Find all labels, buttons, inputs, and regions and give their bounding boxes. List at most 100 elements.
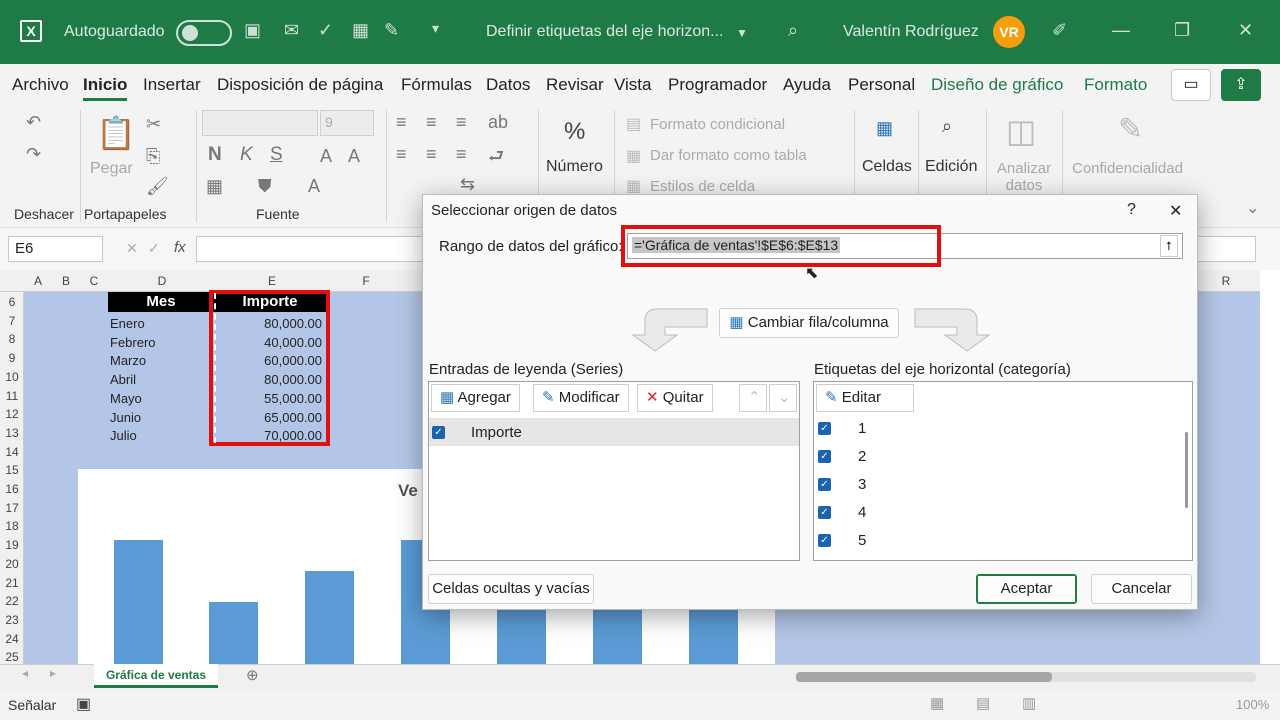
chart-bar[interactable] (305, 571, 354, 664)
name-box[interactable]: E6 (8, 236, 103, 262)
avatar[interactable]: VR (993, 16, 1025, 48)
customize-qat-icon[interactable]: ▾ (432, 20, 439, 37)
spelling-icon[interactable]: ✓ (318, 20, 333, 41)
move-up-button[interactable]: ⌃ (739, 384, 767, 412)
close-window-icon[interactable]: ✕ (1238, 20, 1253, 41)
cell-mes[interactable]: Enero (110, 316, 145, 331)
tab-personal[interactable]: Personal (848, 75, 915, 95)
restore-icon[interactable]: ❐ (1174, 20, 1190, 41)
copy-icon[interactable]: ⎘ (146, 146, 160, 167)
document-title[interactable]: Definir etiquetas del eje horizon... (486, 23, 723, 41)
col-header-d[interactable]: D (152, 274, 172, 288)
paste-icon[interactable]: 📋 (96, 114, 136, 152)
normal-view-icon[interactable]: ▦ (930, 694, 944, 712)
category-checkbox[interactable]: ✓ (818, 534, 831, 547)
row-header-8[interactable]: 8 (0, 332, 24, 346)
wrap-text-icon[interactable]: ⮐ (488, 144, 504, 174)
form-icon[interactable]: ✎ (384, 20, 399, 41)
redo-icon[interactable]: ↷ (26, 144, 41, 165)
tab-datos[interactable]: Datos (486, 75, 530, 95)
align-right-icon[interactable]: ≡ (456, 144, 467, 165)
align-left-icon[interactable]: ≡ (396, 144, 407, 165)
orientation-icon[interactable]: ab (488, 112, 508, 133)
zoom-level[interactable]: 100% (1236, 697, 1269, 712)
cancel-button[interactable]: Cancelar (1091, 574, 1192, 604)
col-header-a[interactable]: A (30, 274, 46, 288)
category-checkbox[interactable]: ✓ (818, 478, 831, 491)
collapse-ribbon-icon[interactable]: ⌄ (1246, 198, 1259, 218)
col-header-c[interactable]: C (86, 274, 102, 288)
undo-icon[interactable]: ↶ (26, 112, 41, 133)
tab-ayuda[interactable]: Ayuda (783, 75, 831, 95)
row-header-19[interactable]: 19 (0, 538, 24, 552)
mail-icon[interactable]: ✉ (284, 20, 299, 41)
edit-series-button[interactable]: ✎ Modificar (533, 384, 629, 412)
move-down-button[interactable]: ⌄ (769, 384, 797, 412)
col-header-r[interactable]: R (1216, 274, 1236, 288)
grow-font-icon[interactable]: A (320, 146, 332, 167)
align-bottom-icon[interactable]: ≡ (456, 112, 467, 133)
row-header-16[interactable]: 16 (0, 482, 24, 496)
category-checkbox[interactable]: ✓ (818, 506, 831, 519)
accessibility-icon[interactable]: ▣ (76, 694, 91, 714)
font-color-icon[interactable]: A (308, 176, 320, 197)
prev-sheet-icon[interactable]: ◂ (22, 666, 28, 680)
share-button[interactable]: ⇪ (1221, 69, 1261, 101)
tab-vista[interactable]: Vista (614, 75, 652, 95)
category-checkbox[interactable]: ✓ (818, 450, 831, 463)
chart-bar[interactable] (209, 602, 258, 664)
series-checkbox[interactable]: ✓ (432, 426, 445, 439)
row-header-17[interactable]: 17 (0, 501, 24, 515)
cell-mes[interactable]: Mayo (110, 391, 142, 406)
analyze-data-button[interactable]: Analizar datos (994, 160, 1054, 194)
row-header-22[interactable]: 22 (0, 594, 24, 608)
underline-button[interactable]: S (270, 144, 283, 166)
hidden-empty-cells-button[interactable]: Celdas ocultas y vacías (428, 574, 594, 604)
format-painter-icon[interactable]: 🖌 (146, 176, 169, 197)
merge-icon[interactable]: ⇆ (460, 174, 475, 195)
shrink-font-icon[interactable]: A (348, 146, 360, 167)
comments-button[interactable]: ▭ (1171, 69, 1211, 101)
tab-programador[interactable]: Programador (668, 75, 767, 95)
sensitivity-button[interactable]: Confidencialidad (1072, 160, 1183, 177)
autosave-toggle[interactable] (176, 20, 232, 46)
table-format-button[interactable]: Dar formato como tabla (650, 147, 807, 164)
align-top-icon[interactable]: ≡ (396, 112, 407, 133)
editing-button[interactable]: Edición (925, 158, 977, 176)
minimize-icon[interactable]: — (1112, 20, 1130, 41)
tab-formato[interactable]: Formato (1084, 75, 1147, 95)
cell-mes[interactable]: Marzo (110, 353, 146, 368)
edit-axis-button[interactable]: ✎ Editar (816, 384, 914, 412)
row-header-15[interactable]: 15 (0, 463, 24, 477)
cell-mes[interactable]: Julio (110, 428, 137, 443)
row-header-6[interactable]: 6 (0, 295, 24, 309)
row-header-12[interactable]: 12 (0, 407, 24, 421)
grid-icon[interactable]: ▦ (352, 20, 369, 41)
font-size-combo[interactable]: 9 (320, 110, 374, 136)
conditional-format-button[interactable]: Formato condicional (650, 116, 785, 133)
cell-styles-button[interactable]: Estilos de celda (650, 178, 755, 195)
row-header-10[interactable]: 10 (0, 370, 24, 384)
add-series-button[interactable]: ▦ Agregar (431, 384, 520, 412)
insert-function-icon[interactable]: fx (174, 239, 186, 256)
search-icon[interactable]: ⌕ (788, 20, 798, 41)
row-header-18[interactable]: 18 (0, 519, 24, 533)
remove-series-button[interactable]: ✕ Quitar (637, 384, 713, 412)
col-header-e[interactable]: E (262, 274, 282, 288)
tab-diseno-grafico[interactable]: Diseño de gráfico (931, 75, 1063, 95)
row-header-24[interactable]: 24 (0, 632, 24, 646)
cell-mes[interactable]: Junio (110, 410, 141, 425)
tab-revisar[interactable]: Revisar (546, 75, 604, 95)
italic-button[interactable]: K (240, 144, 253, 166)
series-row-importe[interactable]: ✓ Importe (429, 418, 799, 446)
title-dropdown-icon[interactable]: ▼ (736, 26, 748, 40)
cell-mes[interactable]: Febrero (110, 335, 156, 350)
row-header-7[interactable]: 7 (0, 314, 24, 328)
col-header-f[interactable]: F (356, 274, 376, 288)
save-icon[interactable]: ▣ (244, 20, 261, 41)
row-header-20[interactable]: 20 (0, 557, 24, 571)
percent-icon[interactable]: % (564, 118, 585, 146)
scrollbar-thumb[interactable] (796, 672, 1052, 682)
paste-button[interactable]: Pegar (90, 160, 133, 178)
page-break-icon[interactable]: ▥ (1022, 694, 1036, 712)
